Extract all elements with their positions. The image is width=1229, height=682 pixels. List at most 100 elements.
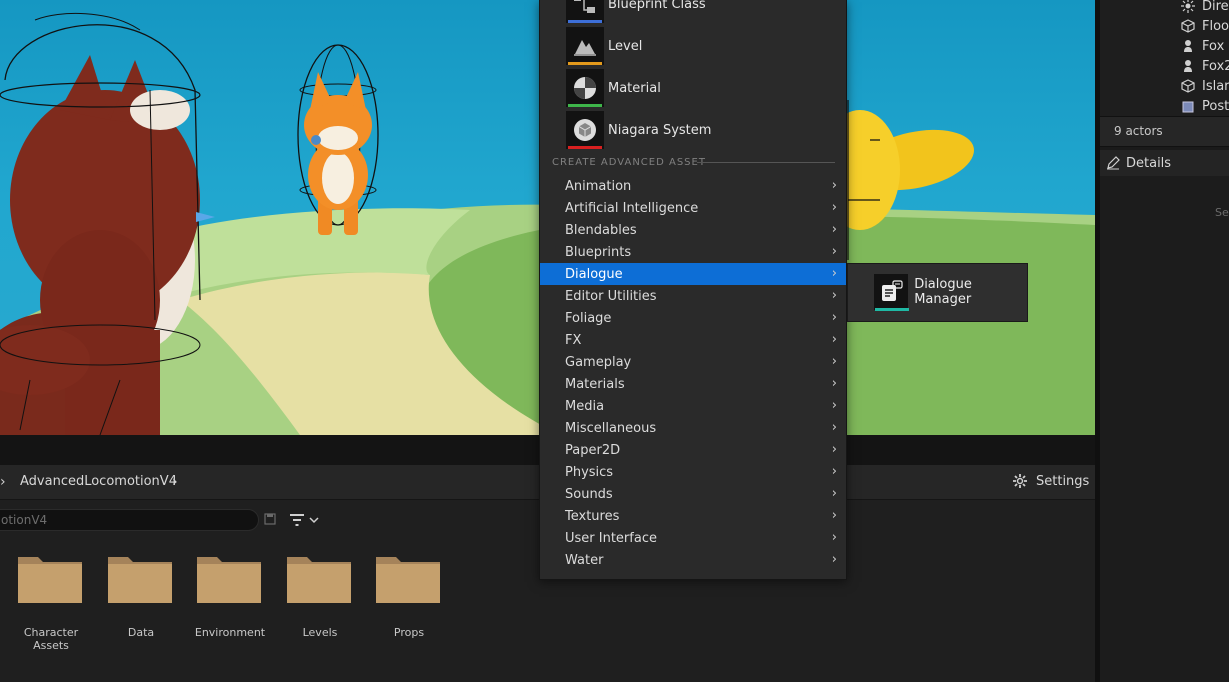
tab-details[interactable]: Details bbox=[1100, 150, 1229, 176]
character-icon bbox=[1180, 38, 1196, 54]
folder-icon bbox=[18, 557, 82, 603]
menu-item-label: Animation bbox=[565, 178, 632, 194]
menu-item-label: Physics bbox=[565, 464, 614, 480]
search-input[interactable] bbox=[0, 509, 259, 531]
menu-item-water[interactable]: Water › bbox=[540, 549, 846, 571]
breadcrumb-chevron-icon[interactable]: › bbox=[172, 474, 178, 490]
outliner-row[interactable]: Islar bbox=[1180, 76, 1229, 96]
outliner-row[interactable]: Floo bbox=[1180, 16, 1229, 36]
menu-item-label: Editor Utilities bbox=[565, 288, 657, 304]
menu-item-dialogue-manager[interactable]: Dialogue Manager bbox=[874, 274, 1027, 311]
blueprint-class-icon bbox=[566, 0, 604, 23]
outliner-row-label: Floo bbox=[1202, 18, 1229, 34]
outliner-row[interactable]: Fox bbox=[1180, 36, 1224, 56]
folder-tile[interactable]: Data bbox=[96, 553, 186, 653]
menu-item-gameplay[interactable]: Gameplay › bbox=[540, 351, 846, 373]
folder-tile[interactable]: Character Assets bbox=[6, 553, 96, 653]
folder-tile[interactable]: Environment bbox=[185, 553, 275, 653]
menu-item-label: Media bbox=[565, 398, 605, 414]
save-search-icon[interactable] bbox=[264, 513, 276, 525]
chevron-right-icon: › bbox=[831, 354, 837, 369]
breadcrumb-folder[interactable]: AdvancedLocomotionV4 bbox=[20, 474, 177, 489]
folder-icon bbox=[287, 557, 351, 603]
menu-item-user-interface[interactable]: User Interface › bbox=[540, 527, 846, 549]
menu-item-label: Niagara System bbox=[608, 122, 712, 138]
menu-item-label: Water bbox=[565, 552, 604, 568]
details-tab-label: Details bbox=[1126, 155, 1172, 171]
menu-item-dialogue[interactable]: Dialogue › bbox=[540, 263, 846, 285]
chevron-right-icon: › bbox=[831, 266, 837, 281]
menu-item-fx[interactable]: FX › bbox=[540, 329, 846, 351]
outliner-row[interactable]: Dire bbox=[1180, 0, 1229, 16]
light-icon bbox=[1180, 0, 1196, 14]
menu-item-label: Blueprints bbox=[565, 244, 632, 260]
mesh-icon bbox=[1180, 78, 1196, 94]
chevron-right-icon: › bbox=[831, 376, 837, 391]
dialogue-submenu: Dialogue Manager bbox=[847, 263, 1028, 322]
menu-item-label: User Interface bbox=[565, 530, 657, 546]
section-divider bbox=[697, 162, 835, 163]
menu-item-label: Paper2D bbox=[565, 442, 621, 458]
chevron-right-icon: › bbox=[831, 288, 837, 303]
menu-item-label: FX bbox=[565, 332, 582, 348]
chevron-right-icon: › bbox=[831, 398, 837, 413]
menu-item-label: Textures bbox=[565, 508, 620, 524]
world-outliner: Dire Floo Fox Fox2 Islar Post bbox=[1100, 0, 1229, 116]
outliner-row[interactable]: Post bbox=[1180, 96, 1229, 116]
outliner-row-label: Fox bbox=[1202, 38, 1225, 54]
chevron-right-icon: › bbox=[831, 420, 837, 435]
settings-button[interactable]: Settings bbox=[1012, 473, 1089, 489]
character-icon bbox=[1180, 58, 1196, 74]
menu-item-material[interactable]: Material bbox=[566, 68, 836, 108]
menu-item-label: Materials bbox=[565, 376, 625, 392]
details-hint: Se bbox=[1215, 206, 1229, 219]
menu-item-label: Blueprint Class bbox=[608, 0, 706, 12]
menu-item-materials[interactable]: Materials › bbox=[540, 373, 846, 395]
volume-icon bbox=[1180, 98, 1196, 114]
menu-item-level[interactable]: Level bbox=[566, 26, 836, 66]
asset-color-bar bbox=[875, 308, 909, 311]
menu-item-blueprints[interactable]: Blueprints › bbox=[540, 241, 846, 263]
level-icon bbox=[566, 27, 604, 65]
actors-count: 9 actors bbox=[1114, 124, 1163, 138]
menu-item-blueprint-class[interactable]: Blueprint Class bbox=[566, 0, 836, 24]
chevron-right-icon: › bbox=[831, 464, 837, 479]
menu-item-niagara-system[interactable]: Niagara System bbox=[566, 110, 836, 150]
asset-color-bar bbox=[568, 20, 602, 23]
folder-tile[interactable]: Levels bbox=[275, 553, 365, 653]
asset-color-bar bbox=[568, 146, 602, 149]
chevron-right-icon: › bbox=[831, 442, 837, 457]
menu-item-blendables[interactable]: Blendables › bbox=[540, 219, 846, 241]
outliner-row-label: Post bbox=[1202, 98, 1229, 114]
menu-item-physics[interactable]: Physics › bbox=[540, 461, 846, 483]
menu-item-animation[interactable]: Animation › bbox=[540, 175, 846, 197]
menu-item-paper2d[interactable]: Paper2D › bbox=[540, 439, 846, 461]
menu-item-editor-utilities[interactable]: Editor Utilities › bbox=[540, 285, 846, 307]
menu-item-textures[interactable]: Textures › bbox=[540, 505, 846, 527]
menu-item-label: Sounds bbox=[565, 486, 613, 502]
menu-item-artificial-intelligence[interactable]: Artificial Intelligence › bbox=[540, 197, 846, 219]
menu-item-media[interactable]: Media › bbox=[540, 395, 846, 417]
outliner-row[interactable]: Fox2 bbox=[1180, 56, 1229, 76]
menu-item-label: Dialogue bbox=[565, 266, 623, 282]
details-panel: Details Se bbox=[1100, 150, 1229, 682]
chevron-right-icon: › bbox=[831, 222, 837, 237]
folder-icon bbox=[197, 557, 261, 603]
menu-item-miscellaneous[interactable]: Miscellaneous › bbox=[540, 417, 846, 439]
advanced-section-header: CREATE ADVANCED ASSET bbox=[552, 157, 706, 168]
menu-item-sounds[interactable]: Sounds › bbox=[540, 483, 846, 505]
chevron-right-icon: › bbox=[831, 552, 837, 567]
pencil-icon bbox=[1107, 156, 1120, 170]
asset-color-bar bbox=[568, 104, 602, 107]
chevron-right-icon: › bbox=[831, 486, 837, 501]
editor-window: Dire Floo Fox Fox2 Islar Post 9 actors D… bbox=[0, 0, 1229, 682]
chevron-right-icon: › bbox=[831, 310, 837, 325]
chevron-right-icon: › bbox=[831, 200, 837, 215]
menu-item-label: Foliage bbox=[565, 310, 612, 326]
niagara-icon bbox=[566, 111, 604, 149]
filter-button[interactable] bbox=[289, 513, 319, 527]
chevron-right-icon: › bbox=[831, 508, 837, 523]
folder-tile[interactable]: Props bbox=[364, 553, 454, 653]
menu-item-foliage[interactable]: Foliage › bbox=[540, 307, 846, 329]
breadcrumb-chevron-icon[interactable]: › bbox=[0, 474, 6, 490]
